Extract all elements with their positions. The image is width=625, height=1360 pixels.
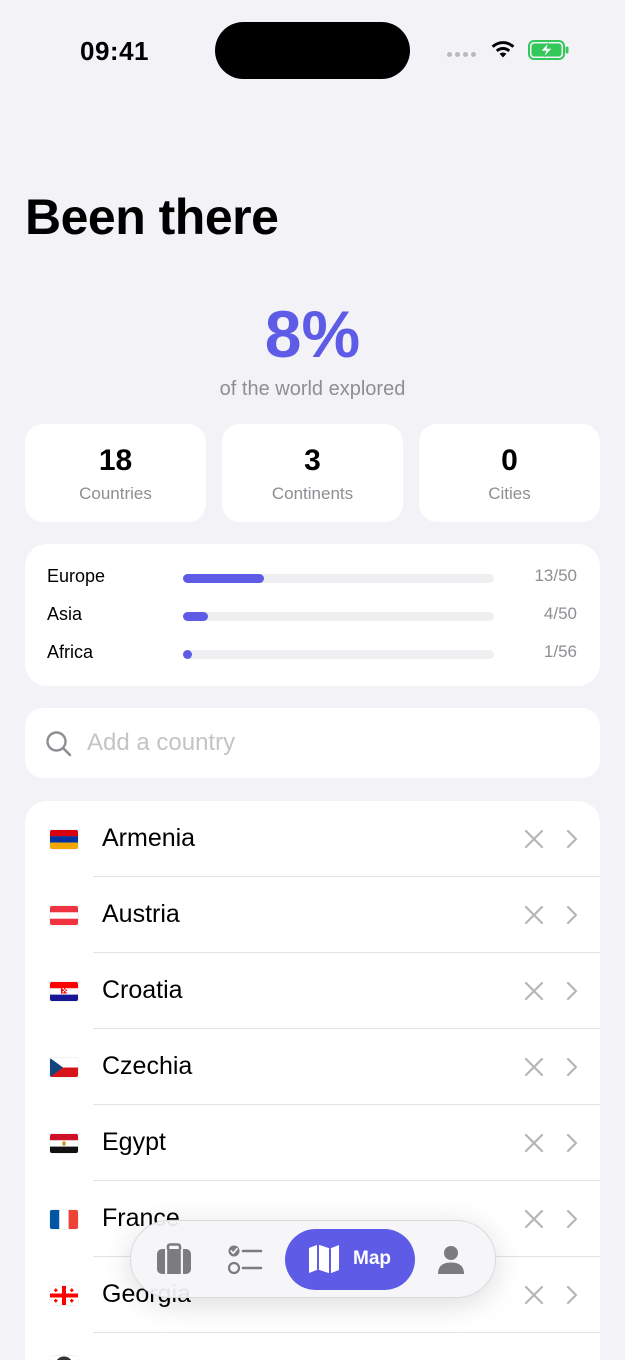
egypt-flag-icon <box>50 1134 78 1153</box>
czechia-flag-icon <box>50 1058 78 1077</box>
continent-row-asia: Asia 4/50 <box>25 604 600 628</box>
austria-flag-icon <box>50 906 78 925</box>
battery-charging-icon <box>528 40 569 60</box>
country-name: Egypt <box>102 1128 166 1156</box>
search-box[interactable] <box>25 708 600 778</box>
country-row[interactable]: Armenia <box>25 801 600 877</box>
continent-count: 13/50 <box>534 566 577 585</box>
continent-name: Europe <box>47 566 106 586</box>
stat-value: 18 <box>98 444 133 477</box>
country-row[interactable]: Egypt <box>25 1105 600 1181</box>
page-title: Been there <box>25 189 279 245</box>
country-name: Armenia <box>102 824 196 852</box>
dynamic-island <box>215 22 410 79</box>
continent-row-europe: Europe 13/50 <box>25 566 600 590</box>
person-icon[interactable] <box>437 1245 465 1275</box>
wifi-icon <box>491 41 515 58</box>
chevron-right-icon[interactable] <box>566 981 578 1001</box>
progress-fill <box>183 574 264 583</box>
cellular-signal-icon <box>447 52 476 57</box>
continent-name: Africa <box>47 642 94 662</box>
stat-card-countries[interactable]: 18 Countries <box>25 424 206 522</box>
country-row[interactable]: Croatia <box>25 953 600 1029</box>
stat-label: Continents <box>271 484 354 503</box>
remove-icon[interactable] <box>524 829 544 849</box>
progress-track <box>183 650 494 659</box>
status-time: 09:41 <box>80 36 149 66</box>
country-row[interactable]: Czechia <box>25 1029 600 1105</box>
briefcase-icon[interactable] <box>156 1243 192 1275</box>
tab-map[interactable]: Map <box>285 1229 415 1290</box>
remove-icon[interactable] <box>524 1285 544 1305</box>
georgia-flag-icon <box>50 1286 78 1305</box>
stat-value: 3 <box>304 444 321 477</box>
continents-progress-card: Europe 13/50 Asia 4/50 Africa 1/56 <box>25 544 600 686</box>
continent-name: Asia <box>47 604 83 624</box>
continent-row-africa: Africa 1/56 <box>25 642 600 666</box>
stat-card-cities[interactable]: 0 Cities <box>419 424 600 522</box>
stat-value: 0 <box>501 444 518 477</box>
search-icon <box>46 731 72 757</box>
chevron-right-icon[interactable] <box>566 1285 578 1305</box>
checklist-icon[interactable] <box>227 1243 263 1277</box>
continent-count: 4/50 <box>543 604 577 623</box>
tab-bar: Map <box>130 1220 496 1298</box>
tab-map-label: Map <box>353 1248 391 1269</box>
france-flag-icon <box>50 1210 78 1229</box>
chevron-right-icon[interactable] <box>566 1133 578 1153</box>
add-country-input[interactable] <box>87 723 577 763</box>
armenia-flag-icon <box>50 830 78 849</box>
explored-caption: of the world explored <box>219 378 406 400</box>
remove-icon[interactable] <box>524 1057 544 1077</box>
map-icon <box>309 1244 339 1274</box>
country-row[interactable] <box>25 1333 600 1360</box>
country-row[interactable]: Austria <box>25 877 600 953</box>
remove-icon[interactable] <box>524 981 544 1001</box>
remove-icon[interactable] <box>524 1209 544 1229</box>
stat-card-continents[interactable]: 3 Continents <box>222 424 403 522</box>
progress-track <box>183 574 494 583</box>
remove-icon[interactable] <box>524 1133 544 1153</box>
status-bar: 09:41 <box>0 0 625 100</box>
country-name: Austria <box>102 900 180 928</box>
progress-fill <box>183 650 192 659</box>
explored-percent: 8% <box>264 297 361 371</box>
chevron-right-icon[interactable] <box>566 1057 578 1077</box>
progress-track <box>183 612 494 621</box>
progress-fill <box>183 612 208 621</box>
continent-count: 1/56 <box>543 642 577 661</box>
chevron-right-icon[interactable] <box>566 1209 578 1229</box>
country-name: Czechia <box>102 1052 193 1080</box>
flag-icon <box>56 1356 72 1360</box>
stat-label: Countries <box>79 484 152 503</box>
croatia-flag-icon <box>50 982 78 1001</box>
stat-label: Cities <box>488 484 531 503</box>
chevron-right-icon[interactable] <box>566 829 578 849</box>
country-name: Croatia <box>102 976 183 1004</box>
chevron-right-icon[interactable] <box>566 905 578 925</box>
remove-icon[interactable] <box>524 905 544 925</box>
